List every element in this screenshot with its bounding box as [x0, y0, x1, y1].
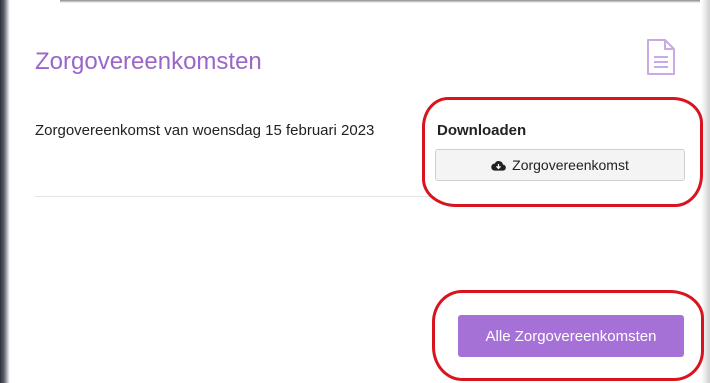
download-agreement-label: Zorgovereenkomst: [512, 157, 629, 173]
screenshot-frame: Zorgovereenkomsten Zorgovereenkomst van …: [0, 0, 710, 383]
download-agreement-button[interactable]: Zorgovereenkomst: [435, 149, 685, 181]
download-heading: Downloaden: [437, 122, 527, 139]
document-icon: [647, 39, 675, 75]
section-divider: [35, 196, 435, 197]
window-edge-left: [0, 0, 10, 383]
card-title: Zorgovereenkomsten: [35, 48, 262, 75]
agreement-description: Zorgovereenkomst van woensdag 15 februar…: [35, 122, 375, 139]
cloud-download-icon: [491, 160, 507, 171]
all-agreements-button[interactable]: Alle Zorgovereenkomsten: [458, 315, 684, 357]
window-edge-right: [701, 0, 710, 383]
agreements-card: Zorgovereenkomsten Zorgovereenkomst van …: [14, 14, 698, 376]
window-edge-top: [60, 0, 700, 3]
